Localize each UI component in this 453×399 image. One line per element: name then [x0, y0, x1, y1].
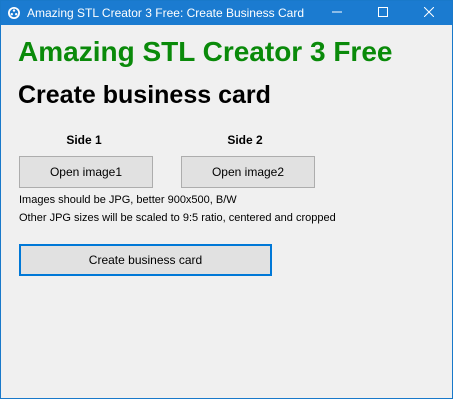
- close-button[interactable]: [406, 1, 452, 25]
- minimize-icon: [332, 6, 342, 20]
- info-text-scaling: Other JPG sizes will be scaled to 9:5 ra…: [19, 212, 336, 224]
- title-bar[interactable]: Amazing STL Creator 3 Free: Create Busin…: [1, 1, 452, 25]
- close-icon: [423, 6, 435, 20]
- open-image1-button[interactable]: Open image1: [19, 156, 153, 188]
- app-window: Amazing STL Creator 3 Free: Create Busin…: [0, 0, 453, 399]
- app-heading: Amazing STL Creator 3 Free: [18, 36, 393, 67]
- create-business-card-button[interactable]: Create business card: [19, 244, 272, 276]
- maximize-icon: [378, 6, 388, 20]
- window-title: Amazing STL Creator 3 Free: Create Busin…: [27, 6, 305, 20]
- open-image2-button[interactable]: Open image2: [181, 156, 315, 188]
- app-icon: [7, 6, 21, 20]
- minimize-button[interactable]: [314, 1, 360, 25]
- info-text-format: Images should be JPG, better 900x500, B/…: [19, 194, 237, 206]
- side2-label: Side 2: [227, 133, 263, 147]
- side1-label: Side 1: [66, 133, 102, 147]
- maximize-button[interactable]: [360, 1, 406, 25]
- page-title: Create business card: [18, 81, 271, 109]
